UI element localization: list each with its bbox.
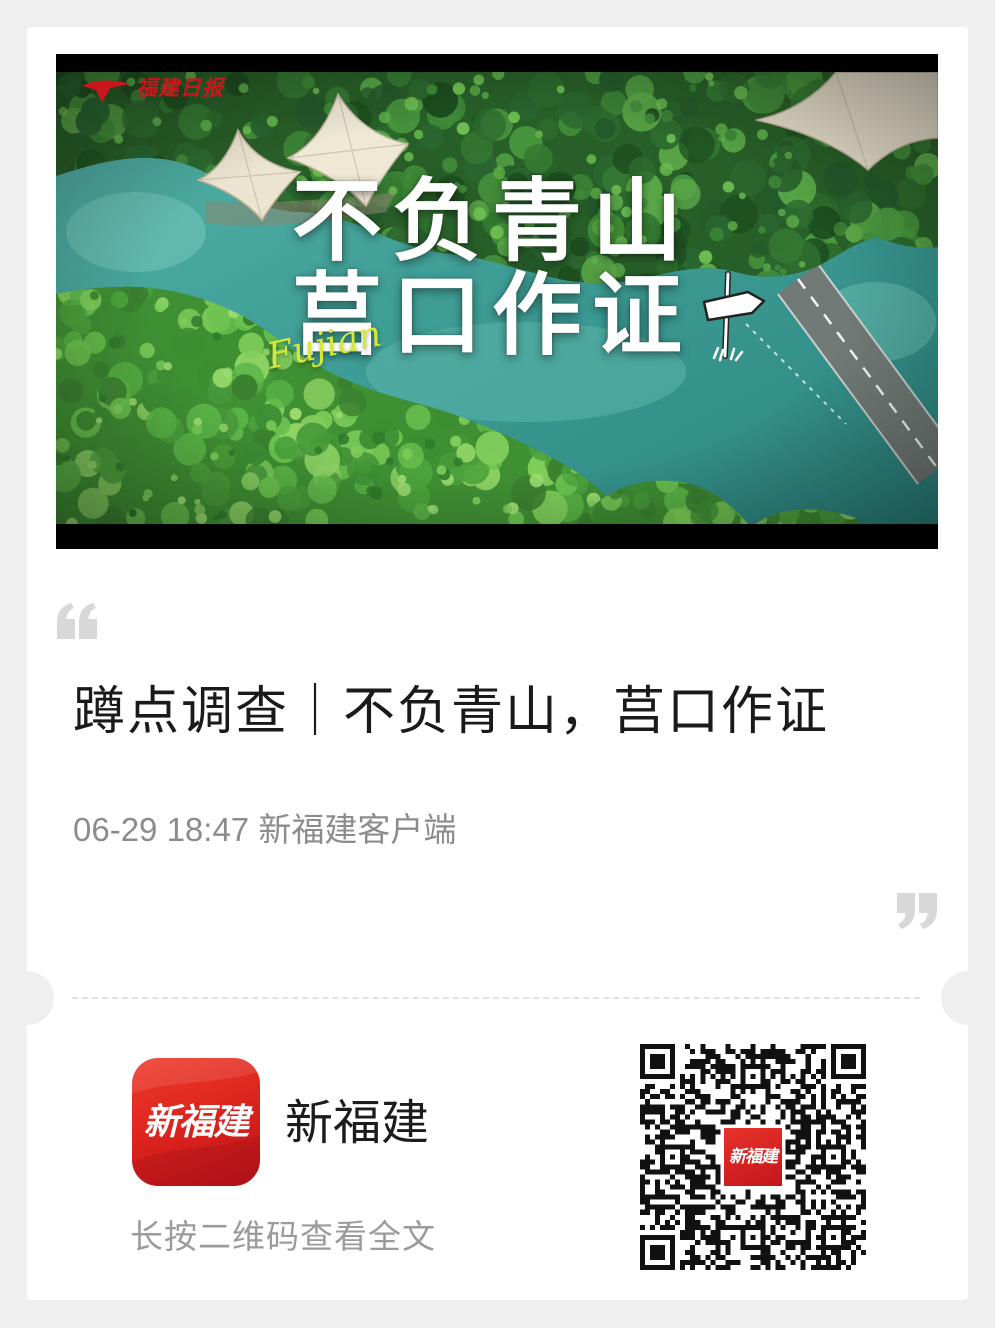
article-meta: 06-29 18:47 新福建客户端	[73, 810, 456, 850]
close-quote-icon	[897, 893, 937, 929]
qr-hint-text: 长按二维码查看全文	[130, 1218, 436, 1255]
qr-code[interactable]: 新福建	[640, 1044, 866, 1270]
open-quote-icon	[57, 603, 97, 639]
article-title: 蹲点调查｜不负青山，莒口作证	[73, 683, 830, 741]
qr-center-logo: 新福建	[721, 1125, 785, 1189]
cover-headline-line-1: 不负青山	[292, 169, 692, 274]
cover-image: 福建日报 不负青山 莒口作证 Fujian	[56, 54, 938, 549]
fujian-daily-logo-text: 福建日报	[136, 75, 224, 100]
dashed-divider	[72, 997, 920, 999]
publish-date: 06-29	[73, 811, 158, 848]
app-name: 新福建	[285, 1097, 430, 1150]
app-icon: 新福建	[132, 1058, 260, 1186]
share-card: 福建日报 不负青山 莒口作证 Fujian 蹲点调查｜不负青山，莒口作证 06-…	[27, 27, 968, 1300]
fujian-daily-logo-icon	[82, 80, 130, 103]
signpost-icon	[702, 271, 766, 362]
qr-center-logo-text: 新福建	[724, 1128, 782, 1186]
article-source: 新福建客户端	[258, 811, 457, 848]
cover-photo: 福建日报 不负青山 莒口作证 Fujian	[56, 72, 938, 524]
app-icon-logo-text: 新福建	[143, 1101, 249, 1143]
ticket-notch-left	[0, 971, 54, 1025]
ticket-notch-right	[941, 971, 995, 1025]
publish-time: 18:47	[166, 811, 250, 848]
